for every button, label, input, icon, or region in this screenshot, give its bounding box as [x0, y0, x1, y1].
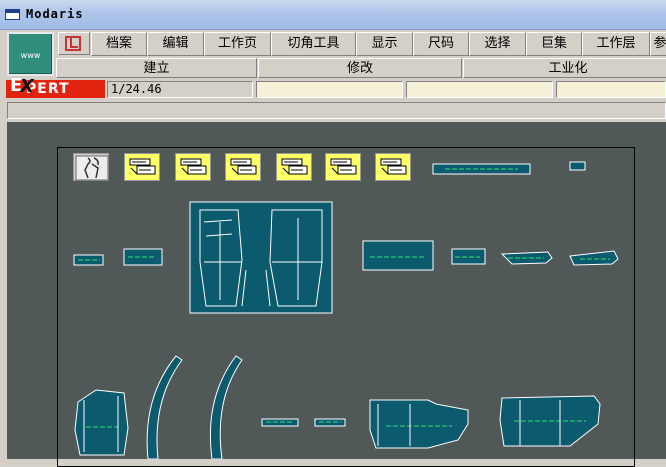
small-tab-piece[interactable]	[569, 161, 586, 171]
flap-piece[interactable]	[569, 250, 619, 266]
curved-band-1[interactable]	[146, 355, 183, 459]
pocket-piece[interactable]	[362, 240, 434, 271]
pattern-pieces	[73, 161, 619, 459]
leg-piece-front[interactable]	[369, 399, 469, 449]
pants-block[interactable]	[189, 201, 333, 314]
back-yoke-piece[interactable]	[74, 389, 129, 456]
curved-band-2[interactable]	[209, 355, 243, 459]
